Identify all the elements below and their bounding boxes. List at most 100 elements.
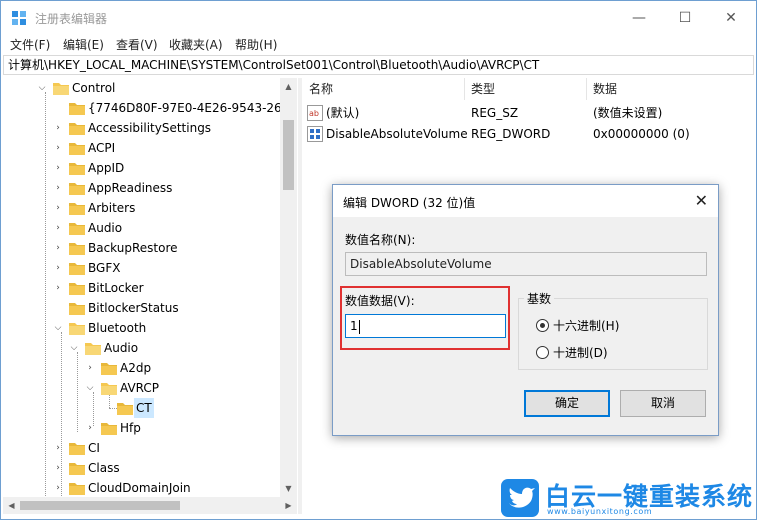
scroll-left-icon[interactable]: ◀ <box>3 497 20 514</box>
tree-item-bgfx[interactable]: › BGFX <box>3 258 283 278</box>
tree-item-ci[interactable]: › CI <box>3 438 283 458</box>
tree-item-ct[interactable]: CT <box>3 398 283 418</box>
tree-item-acpi[interactable]: › ACPI <box>3 138 283 158</box>
tree-item-bluetooth-audio[interactable]: ⌵ Audio <box>3 338 283 358</box>
value-type: REG_SZ <box>471 106 519 120</box>
chevron-right-icon[interactable]: › <box>53 138 63 158</box>
chevron-right-icon[interactable]: › <box>53 238 63 258</box>
close-button[interactable]: ✕ <box>708 1 754 34</box>
tree-item-label: {7746D80F-97E0-4E26-9543-26B4 <box>88 101 297 115</box>
value-name-label: 数值名称(N): <box>345 233 416 247</box>
tree-item-clouddomainjoin[interactable]: › CloudDomainJoin <box>3 478 283 497</box>
folder-icon <box>69 442 85 455</box>
tree-item-label: Hfp <box>120 421 141 435</box>
tree-item-guid[interactable]: {7746D80F-97E0-4E26-9543-26B4 <box>3 98 297 118</box>
chevron-right-icon[interactable]: › <box>53 178 63 198</box>
chevron-right-icon[interactable]: › <box>53 438 63 458</box>
chevron-down-icon[interactable]: ⌵ <box>85 378 95 398</box>
chevron-right-icon[interactable]: › <box>53 218 63 238</box>
folder-icon <box>69 122 85 135</box>
folder-open-icon <box>101 382 117 395</box>
tree-item-arbiters[interactable]: › Arbiters <box>3 198 283 218</box>
menu-favorites[interactable]: 收藏夹(A) <box>169 36 223 53</box>
tree-item-label: Class <box>88 461 120 475</box>
tree-item-control[interactable]: ⌵ Control <box>3 78 283 98</box>
scroll-thumb[interactable] <box>283 120 294 190</box>
chevron-down-icon[interactable]: ⌵ <box>37 78 47 98</box>
text-caret <box>358 319 360 334</box>
folder-icon <box>69 222 85 235</box>
tree-item-audio[interactable]: › Audio <box>3 218 283 238</box>
scroll-right-icon[interactable]: ▶ <box>280 497 297 514</box>
value-type: REG_DWORD <box>471 127 551 141</box>
scroll-up-icon[interactable]: ▲ <box>280 78 297 95</box>
tree-item-bluetooth[interactable]: ⌵ Bluetooth <box>3 318 283 338</box>
chevron-right-icon[interactable]: › <box>85 418 95 438</box>
tree-horizontal-scrollbar[interactable]: ◀ ▶ <box>3 497 297 514</box>
tree-item-hfp[interactable]: › Hfp <box>3 418 283 438</box>
chevron-right-icon[interactable]: › <box>53 278 63 298</box>
chevron-right-icon[interactable]: › <box>53 258 63 278</box>
minimize-button[interactable]: — <box>616 1 662 34</box>
value-row[interactable]: DisableAbsoluteVolume REG_DWORD 0x000000… <box>303 124 755 144</box>
pane-splitter[interactable] <box>298 78 302 514</box>
tree-item-label: Audio <box>88 221 123 235</box>
tree-item-label: Bluetooth <box>88 321 147 335</box>
folder-icon <box>69 242 85 255</box>
tree-vertical-scrollbar[interactable]: ▲ ▼ <box>280 78 297 497</box>
menu-bar: 文件(F) 编辑(E) 查看(V) 收藏夹(A) 帮助(H) <box>1 34 756 54</box>
tree-item-label: BackupRestore <box>88 241 178 255</box>
tree-item-class[interactable]: › Class <box>3 458 283 478</box>
tree-item-label: AccessibilitySettings <box>88 121 212 135</box>
registry-editor-icon <box>11 10 27 26</box>
dialog-close-button[interactable]: ✕ <box>695 191 708 210</box>
tree-item-avrcp[interactable]: ⌵ AVRCP <box>3 378 283 398</box>
key-tree: ⌵ Control {7746D80F-97E0-4E26-9543-26B4 … <box>3 78 297 497</box>
value-name-field: DisableAbsoluteVolume <box>345 252 707 276</box>
chevron-right-icon[interactable]: › <box>53 478 63 497</box>
chevron-right-icon[interactable]: › <box>53 118 63 138</box>
tree-item-label: Audio <box>104 341 139 355</box>
column-header-name[interactable]: 名称 <box>303 78 465 100</box>
folder-icon <box>69 202 85 215</box>
dword-value-icon <box>307 126 323 142</box>
menu-view[interactable]: 查看(V) <box>116 36 158 53</box>
scroll-down-icon[interactable]: ▼ <box>280 480 297 497</box>
dec-radio-label: 十进制(D) <box>553 346 608 360</box>
chevron-right-icon[interactable]: › <box>53 198 63 218</box>
column-header-data[interactable]: 数据 <box>587 78 755 100</box>
value-name: (默认) <box>326 106 360 120</box>
tree-item-label: CloudDomainJoin <box>88 481 191 495</box>
value-data-input[interactable]: 1 <box>345 314 506 338</box>
chevron-down-icon[interactable]: ⌵ <box>69 338 79 358</box>
dec-radio[interactable]: 十进制(D) <box>536 345 656 361</box>
folder-icon <box>69 142 85 155</box>
cancel-button[interactable]: 取消 <box>620 390 706 417</box>
menu-help[interactable]: 帮助(H) <box>235 36 277 53</box>
tree-item-accessibilitysettings[interactable]: › AccessibilitySettings <box>3 118 283 138</box>
maximize-button[interactable]: ☐ <box>662 1 708 34</box>
ok-button[interactable]: 确定 <box>524 390 610 417</box>
chevron-right-icon[interactable]: › <box>53 458 63 478</box>
radio-unchecked-icon[interactable] <box>536 346 549 359</box>
tree-item-label: A2dp <box>120 361 152 375</box>
tree-item-appreadiness[interactable]: › AppReadiness <box>3 178 283 198</box>
tree-item-appid[interactable]: › AppID <box>3 158 283 178</box>
scroll-thumb[interactable] <box>20 501 180 510</box>
column-header-type[interactable]: 类型 <box>465 78 587 100</box>
registry-editor-window: 注册表编辑器 — ☐ ✕ 文件(F) 编辑(E) 查看(V) 收藏夹(A) 帮助… <box>0 0 757 520</box>
tree-item-backuprestore[interactable]: › BackupRestore <box>3 238 283 258</box>
hex-radio[interactable]: 十六进制(H) <box>536 318 656 334</box>
address-bar[interactable]: 计算机\HKEY_LOCAL_MACHINE\SYSTEM\ControlSet… <box>3 55 754 75</box>
tree-item-bitlockerstatus[interactable]: BitlockerStatus <box>3 298 283 318</box>
chevron-down-icon[interactable]: ⌵ <box>53 318 63 338</box>
menu-edit[interactable]: 编辑(E) <box>63 36 104 53</box>
value-row[interactable]: ab (默认) REG_SZ (数值未设置) <box>303 103 755 123</box>
tree-item-bitlocker[interactable]: › BitLocker <box>3 278 283 298</box>
folder-icon <box>69 302 85 315</box>
chevron-right-icon[interactable]: › <box>85 358 95 378</box>
radio-checked-icon[interactable] <box>536 319 549 332</box>
menu-file[interactable]: 文件(F) <box>10 36 50 53</box>
chevron-right-icon[interactable]: › <box>53 158 63 178</box>
tree-item-a2dp[interactable]: › A2dp <box>3 358 283 378</box>
